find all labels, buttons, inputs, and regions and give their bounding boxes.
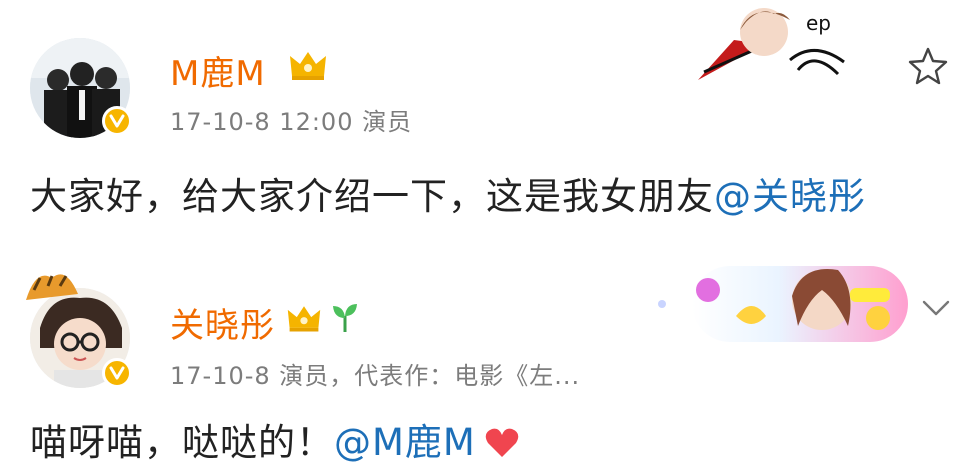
post-content: 大家好，给大家介绍一下，这是我女朋友@关晓彤 [30, 166, 866, 220]
card-decoration: ep [698, 8, 845, 80]
weibo-post-2: 关晓彤 17-10-8 演员，代表作：电影《左... 喵呀喵，哒哒的！@M鹿M [0, 240, 960, 464]
avatar-pendant [26, 274, 78, 300]
verified-badge [102, 358, 132, 388]
heart-icon [485, 428, 519, 457]
mention-link[interactable]: @关晓彤 [714, 175, 866, 218]
weibo-post-1: M鹿M 17-10-8 12:00 演员 ep 大家好，给大家介绍一下，这是我女… [0, 0, 960, 240]
user-name[interactable]: 关晓彤 [170, 298, 275, 347]
crown-icon [290, 52, 326, 80]
sprout-icon [333, 304, 357, 332]
card-decoration [658, 266, 908, 342]
content-text: 喵呀喵，哒哒的！ [30, 421, 334, 464]
crown-icon [287, 306, 321, 332]
post-meta: 17-10-8 12:00 演员 [170, 108, 413, 136]
verified-badge [102, 106, 132, 136]
chevron-down-icon[interactable] [920, 296, 952, 320]
post-meta: 17-10-8 演员，代表作：电影《左... [170, 362, 581, 390]
svg-text:ep: ep [806, 11, 831, 35]
verified-v-icon [109, 366, 125, 380]
star-icon[interactable] [908, 46, 948, 86]
post-content: 喵呀喵，哒哒的！@M鹿M [30, 412, 520, 466]
verified-v-icon [109, 114, 125, 128]
user-name[interactable]: M鹿M [170, 46, 266, 95]
mention-link[interactable]: @M鹿M [334, 421, 476, 464]
content-text: 大家好，给大家介绍一下，这是我女朋友 [30, 175, 714, 218]
